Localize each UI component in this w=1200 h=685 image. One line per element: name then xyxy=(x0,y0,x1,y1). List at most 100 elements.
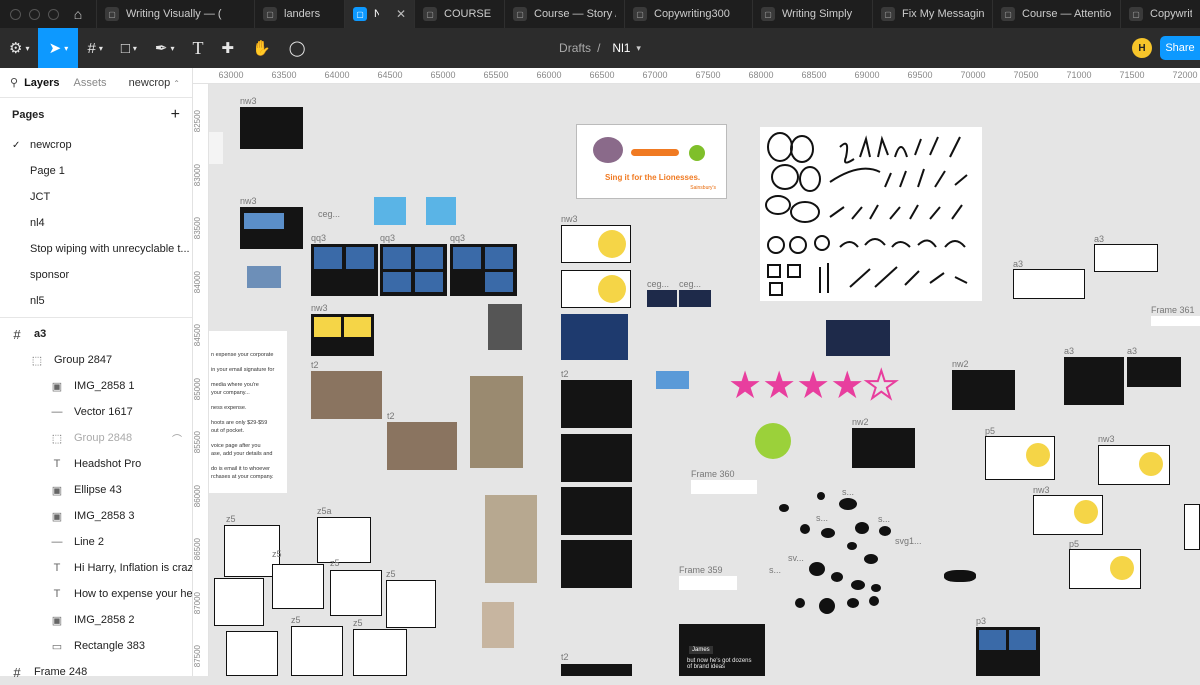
frame-nw2[interactable] xyxy=(952,370,1015,410)
browser-tab[interactable]: ▢ Copywriting300 xyxy=(624,0,752,28)
frame-label-t2[interactable]: t2 xyxy=(561,652,569,662)
browser-tab[interactable]: ▢ landers xyxy=(254,0,344,28)
frame-nw3[interactable] xyxy=(561,314,628,360)
hidden-eye-icon[interactable]: ⌒ xyxy=(172,431,182,446)
frame-label-svg1[interactable]: svg1... xyxy=(895,536,922,546)
avatar[interactable]: H xyxy=(1132,38,1152,58)
frame-label-p5[interactable]: p5 xyxy=(1069,539,1079,549)
rating-stars[interactable]: ★★★★★ xyxy=(728,363,899,408)
frame-z5a[interactable] xyxy=(317,517,371,563)
frame-label-ceg[interactable]: ceg... xyxy=(318,209,340,219)
frame-label-s[interactable]: s... xyxy=(842,487,854,497)
frame-360[interactable] xyxy=(691,480,757,494)
frame-label-z5[interactable]: z5 xyxy=(353,618,363,628)
frame-label-z5[interactable]: z5 xyxy=(386,569,396,579)
page-item[interactable]: nl5 xyxy=(0,288,192,314)
frame-label-qq3[interactable]: qq3 xyxy=(450,233,465,243)
components-icon[interactable]: ✚ xyxy=(213,28,244,68)
blob-shape[interactable] xyxy=(819,598,835,614)
layer-item[interactable]: ▣ Ellipse 43 xyxy=(0,477,192,503)
layer-item[interactable]: # Frame 248 xyxy=(0,659,192,685)
frame-nw3[interactable] xyxy=(240,107,303,149)
barbie-thumbnail[interactable] xyxy=(374,197,406,225)
layer-item[interactable]: ⬚ Group 2847 xyxy=(0,347,192,373)
page-item[interactable]: JCT xyxy=(0,184,192,210)
home-icon[interactable]: ⌂ xyxy=(60,0,96,28)
blob-shape[interactable] xyxy=(795,598,805,608)
frame-partial[interactable] xyxy=(1184,504,1200,550)
blob-shape[interactable] xyxy=(800,524,810,534)
frame-label-t2[interactable]: t2 xyxy=(561,369,569,379)
frame-label-frame361[interactable]: Frame 361 xyxy=(1151,305,1195,315)
frame-a3[interactable] xyxy=(1094,244,1158,272)
frame-label-t2[interactable]: t2 xyxy=(311,360,319,370)
frame-label-t2[interactable]: t2 xyxy=(387,411,395,421)
blob-shape[interactable] xyxy=(879,526,891,536)
frame-label-z5[interactable]: z5 xyxy=(330,558,340,568)
frame-label-frame359[interactable]: Frame 359 xyxy=(679,565,723,575)
frame-label-nw3[interactable]: nw3 xyxy=(240,96,257,106)
frame-label-nw2[interactable]: nw2 xyxy=(952,359,969,369)
move-tool-icon[interactable]: ➤ ▾ xyxy=(38,28,79,68)
sainsburys-ad[interactable]: Sing it for the Lionesses. Sainsbury's xyxy=(576,124,727,199)
frame-nw3[interactable] xyxy=(240,207,303,249)
layer-item[interactable]: ▣ IMG_2858 2 xyxy=(0,607,192,633)
blob-shape[interactable] xyxy=(944,570,976,582)
frame-nw3[interactable] xyxy=(311,314,374,356)
frame-p3[interactable] xyxy=(976,627,1040,676)
layer-item[interactable]: T Hi Harry, Inflation is craz... xyxy=(0,555,192,581)
frame-label-a3[interactable]: a3 xyxy=(1064,346,1074,356)
frame-photo[interactable] xyxy=(656,371,689,389)
page-item[interactable]: nl4 xyxy=(0,210,192,236)
blob-shape[interactable] xyxy=(871,584,881,592)
frame-z5[interactable] xyxy=(214,578,264,626)
layer-item[interactable]: T Headshot Pro xyxy=(0,451,192,477)
shape-tool-icon[interactable]: □ ▾ xyxy=(112,28,146,68)
breadcrumb-folder[interactable]: Drafts xyxy=(559,41,591,55)
browser-tab[interactable]: ▢ Course — Attention xyxy=(992,0,1120,28)
frame-label-nw3[interactable]: nw3 xyxy=(561,214,578,224)
chevron-down-icon[interactable]: ▾ xyxy=(636,43,641,54)
blob-shape[interactable] xyxy=(839,498,857,510)
browser-tab[interactable]: ▢ Fix My Messaging xyxy=(872,0,992,28)
frame-label-qq3[interactable]: qq3 xyxy=(380,233,395,243)
frame-label-a3[interactable]: a3 xyxy=(1127,346,1137,356)
frame-tool-icon[interactable]: # ▾ xyxy=(78,28,111,68)
frame-label-p3[interactable]: p3 xyxy=(976,616,986,626)
frame-photo[interactable] xyxy=(482,602,514,648)
frame-photo[interactable] xyxy=(470,376,523,468)
main-menu-icon[interactable]: ⚙ ▾ xyxy=(0,28,38,68)
layer-item[interactable]: — Line 2 xyxy=(0,529,192,555)
frame-t2[interactable] xyxy=(561,434,632,482)
frame-t2[interactable] xyxy=(561,380,632,428)
browser-tab[interactable]: ▢ Writing Simply xyxy=(752,0,872,28)
zoom-window-button[interactable] xyxy=(48,8,59,20)
frame-nw2[interactable] xyxy=(852,428,915,468)
blob-shape[interactable] xyxy=(864,554,878,564)
frame-label-z5a[interactable]: z5a xyxy=(317,506,332,516)
frame-label-s[interactable]: s... xyxy=(816,513,828,523)
blob-shape[interactable] xyxy=(869,596,879,606)
blob-shape[interactable] xyxy=(847,542,857,550)
hand-tool-icon[interactable]: ✋ xyxy=(243,28,280,68)
frame-z5[interactable] xyxy=(330,570,382,616)
close-tab-icon[interactable]: ✕ xyxy=(396,7,406,21)
arrow-sketch-sheet[interactable] xyxy=(760,127,982,301)
frame-photo[interactable] xyxy=(488,304,522,350)
frame-label-frame360[interactable]: Frame 360 xyxy=(691,469,735,479)
close-window-button[interactable] xyxy=(10,8,21,20)
frame-z5[interactable] xyxy=(226,631,278,676)
frame-a3[interactable] xyxy=(1064,357,1124,405)
share-button[interactable]: Share xyxy=(1160,36,1200,60)
frame-nw3[interactable] xyxy=(1098,445,1170,485)
browser-tab[interactable]: ▢ Nl1 ✕ xyxy=(344,0,414,28)
blob-shape[interactable] xyxy=(851,580,865,590)
page-item[interactable]: Stop wiping with unrecyclable t... xyxy=(0,236,192,262)
tweet-card[interactable] xyxy=(826,320,890,356)
blob-shape[interactable] xyxy=(847,598,859,608)
blob-shape[interactable] xyxy=(779,504,789,512)
frame-a3[interactable] xyxy=(1127,357,1181,387)
frame-t2[interactable] xyxy=(561,487,632,535)
layer-item[interactable]: ▣ IMG_2858 3 xyxy=(0,503,192,529)
frame-label-z5[interactable]: z5 xyxy=(272,549,282,559)
